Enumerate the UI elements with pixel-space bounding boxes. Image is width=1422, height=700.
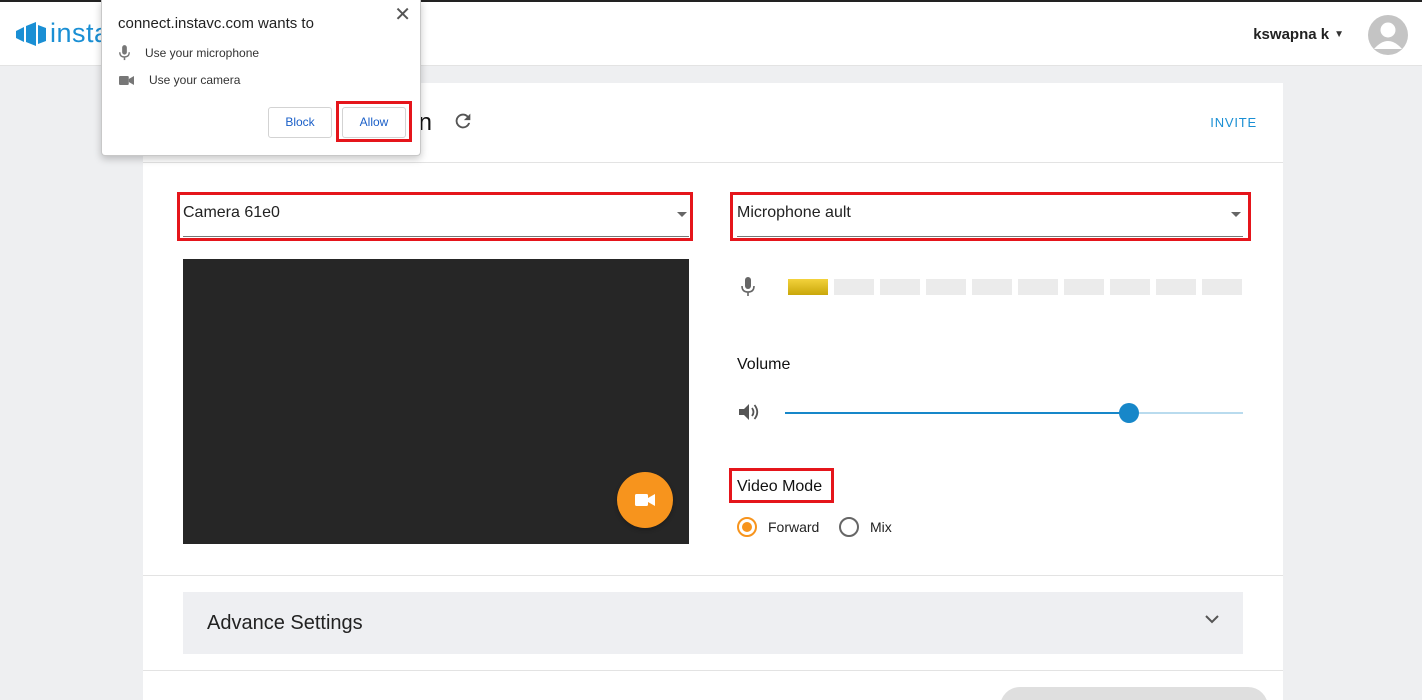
mic-meter-segment xyxy=(880,279,920,295)
volume-thumb[interactable] xyxy=(1118,403,1139,423)
radio-mix-label: Mix xyxy=(870,519,892,535)
user-name: kswapna k xyxy=(1253,26,1330,43)
camera-select-value: Camera 61e0 xyxy=(183,204,280,221)
section-divider xyxy=(143,670,1283,671)
camera-select[interactable]: Camera 61e0 xyxy=(183,195,689,237)
radio-button[interactable] xyxy=(737,517,757,537)
permission-item-label: Use your microphone xyxy=(145,46,260,60)
allow-button[interactable]: Allow xyxy=(342,107,406,138)
user-menu[interactable]: kswapna k ▼ xyxy=(1253,26,1344,43)
caret-down-icon: ▼ xyxy=(1334,29,1344,40)
dropdown-arrow-icon xyxy=(677,212,687,217)
block-button[interactable]: Block xyxy=(268,107,332,138)
volume-label: Volume xyxy=(737,356,791,373)
mic-meter-segment xyxy=(834,279,874,295)
radio-forward-label: Forward xyxy=(768,519,820,535)
mic-meter-segment xyxy=(1156,279,1196,295)
mic-meter-segment xyxy=(926,279,966,295)
camera-toggle-button[interactable] xyxy=(617,472,673,528)
join-button[interactable] xyxy=(1000,687,1268,700)
speaker-icon[interactable] xyxy=(739,403,761,421)
volume-slider[interactable] xyxy=(785,400,1243,426)
mic-meter-segment xyxy=(1202,279,1242,295)
video-mode-label: Video Mode xyxy=(737,478,823,495)
close-icon[interactable]: ✕ xyxy=(394,5,411,25)
permission-title: connect.instavc.com wants to xyxy=(118,15,314,32)
section-divider xyxy=(143,575,1283,576)
avatar[interactable] xyxy=(1368,15,1408,55)
mic-meter-segment xyxy=(788,279,828,295)
chevron-down-icon xyxy=(1205,615,1219,624)
permission-item-label: Use your camera xyxy=(149,73,241,87)
instavc-logo-icon xyxy=(16,21,46,46)
advance-settings-panel[interactable]: Advance Settings xyxy=(183,592,1243,654)
microphone-select-value: Microphone ault xyxy=(737,204,851,221)
mic-meter-segment xyxy=(1064,279,1104,295)
microphone-icon xyxy=(741,277,755,296)
video-camera-icon xyxy=(119,75,134,85)
avatar-icon xyxy=(1374,22,1402,49)
radio-forward[interactable]: Forward xyxy=(737,517,819,537)
permission-item-microphone: Use your microphone xyxy=(119,45,259,61)
app-logo[interactable]: insta xyxy=(16,20,110,47)
microphone-icon xyxy=(119,45,130,61)
microphone-select[interactable]: Microphone ault xyxy=(737,195,1243,237)
mic-level-meter xyxy=(788,279,1242,295)
radio-mix[interactable]: Mix xyxy=(839,517,892,537)
volume-fill xyxy=(785,412,1129,414)
video-preview xyxy=(183,259,689,544)
radio-button[interactable] xyxy=(839,517,859,537)
permission-item-camera: Use your camera xyxy=(119,73,240,87)
advance-settings-label: Advance Settings xyxy=(207,612,363,634)
mic-meter-segment xyxy=(1110,279,1150,295)
mic-meter-segment xyxy=(972,279,1012,295)
invite-button[interactable]: INVITE xyxy=(1210,115,1257,130)
mic-meter-segment xyxy=(1018,279,1058,295)
dropdown-arrow-icon xyxy=(1231,212,1241,217)
video-camera-icon xyxy=(635,494,655,506)
refresh-icon[interactable] xyxy=(452,110,474,132)
permission-prompt: connect.instavc.com wants to ✕ Use your … xyxy=(101,0,421,156)
settings-card: n INVITE Camera 61e0 Microphone ault Vol… xyxy=(143,83,1283,700)
